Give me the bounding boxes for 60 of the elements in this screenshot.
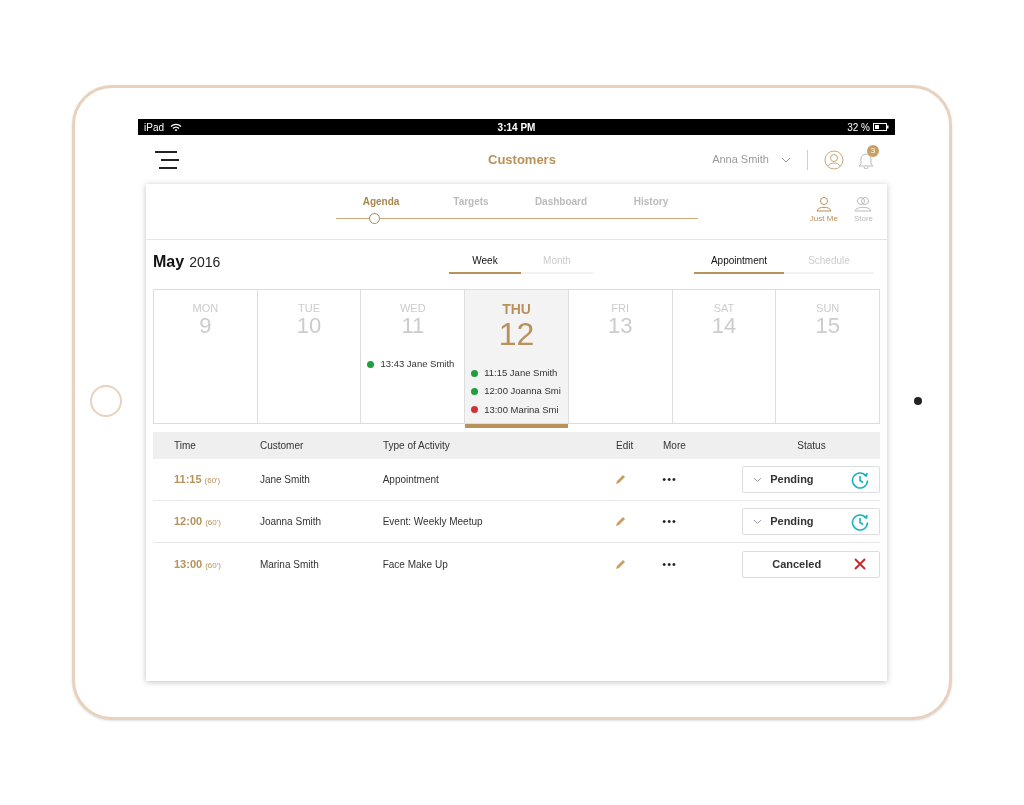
- status-dropdown[interactable]: Pending: [742, 466, 880, 493]
- time-label: 13:00: [174, 556, 203, 572]
- month-label: May: [153, 251, 185, 272]
- clock-icon: [851, 512, 869, 531]
- menu-icon[interactable]: [155, 150, 179, 169]
- more-button[interactable]: •••: [662, 513, 677, 530]
- column-header: Edit: [616, 439, 635, 453]
- pencil-icon[interactable]: [615, 558, 627, 570]
- chevron-down-icon[interactable]: [781, 156, 791, 163]
- battery-icon: [873, 123, 889, 131]
- column-header: Time: [173, 439, 197, 453]
- avatar-icon[interactable]: [824, 149, 844, 170]
- event-label[interactable]: 13:43 Jane Smith: [380, 357, 455, 372]
- duration-label: (60'): [205, 559, 221, 572]
- more-button[interactable]: •••: [662, 471, 677, 488]
- more-button[interactable]: •••: [662, 555, 677, 573]
- toggle-tab[interactable]: Week: [449, 249, 521, 274]
- duration-label: (60'): [204, 475, 221, 488]
- status-dropdown[interactable]: Canceled: [742, 550, 880, 578]
- table-cell-text: Appointment: [382, 473, 440, 487]
- column-header: Type of Activity: [383, 439, 451, 453]
- status-label: Pending: [770, 472, 814, 488]
- battery-percent: 32 %: [847, 120, 870, 135]
- time-label: 11:15: [174, 472, 202, 488]
- bell-icon[interactable]: [858, 150, 874, 169]
- table-cell-text: Event: Weekly Meetup: [382, 515, 484, 529]
- clock-time: 3:14 PM: [497, 120, 536, 135]
- device-label: iPad: [144, 120, 164, 135]
- wifi-icon: [170, 122, 182, 132]
- duration-label: (60'): [205, 517, 221, 530]
- column-header: Customer: [260, 439, 305, 453]
- event-label[interactable]: 12:00 Joanna Smi: [484, 384, 561, 399]
- event-label[interactable]: 13:00 Marina Smi: [484, 402, 559, 417]
- table-cell-text: Face Make Up: [382, 557, 449, 572]
- toggle-tab[interactable]: Appointment: [694, 249, 784, 274]
- tab-slider-thumb: [369, 213, 380, 224]
- status-label: Pending: [770, 514, 814, 530]
- notification-badge: 3: [867, 144, 879, 157]
- chevron-down-icon: [753, 476, 763, 483]
- status-dropdown[interactable]: Pending: [742, 508, 880, 535]
- scope-label: Just Me: [809, 213, 838, 225]
- date-number: 12: [498, 318, 535, 350]
- column-header: Status: [796, 439, 827, 453]
- table-cell-text: Joanna Smith: [259, 515, 323, 529]
- pencil-icon[interactable]: [615, 474, 627, 485]
- scope-label: Store: [853, 213, 873, 225]
- people-icon: [854, 196, 873, 212]
- clock-icon: [851, 470, 869, 489]
- event-label[interactable]: 11:15 Jane Smith: [484, 366, 558, 381]
- status-label: Canceled: [772, 556, 822, 572]
- column-header: More: [663, 439, 687, 453]
- close-icon: [854, 558, 866, 570]
- weekday-label: THU: [502, 302, 531, 316]
- chevron-down-icon: [753, 518, 763, 525]
- person-icon: [815, 196, 832, 212]
- year-label: 2016: [189, 252, 221, 272]
- pencil-icon[interactable]: [615, 516, 627, 527]
- time-label: 12:00: [174, 514, 203, 530]
- table-cell-text: Marina Smith: [259, 557, 320, 572]
- table-cell-text: Jane Smith: [259, 473, 311, 487]
